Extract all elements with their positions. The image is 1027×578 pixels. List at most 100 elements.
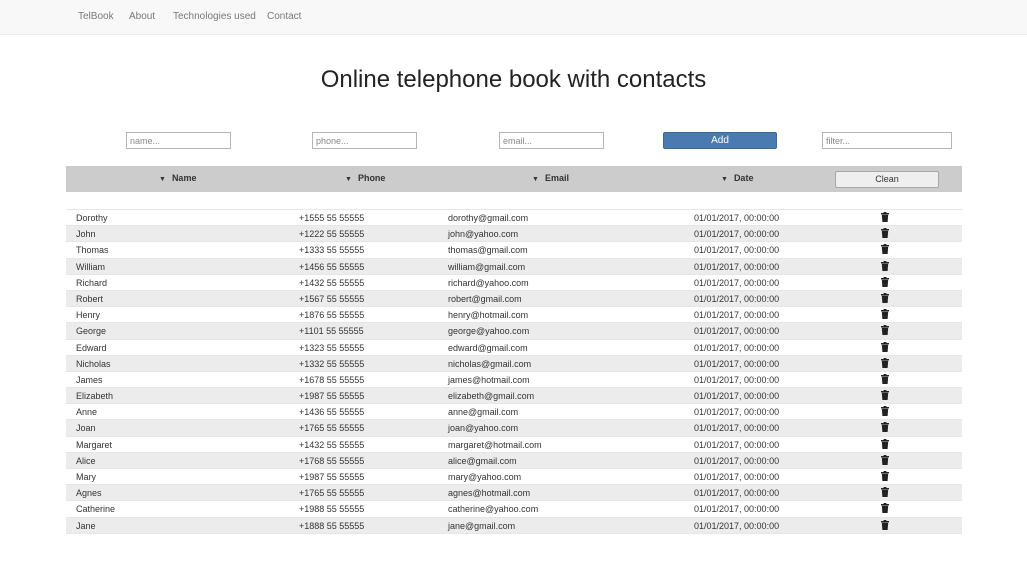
contact-date: 01/01/2017, 00:00:00	[694, 391, 780, 402]
column-phone-label: Phone	[357, 173, 386, 183]
table-row: Alice +1768 55 55555 alice@gmail.com 01/01/…	[66, 452, 962, 469]
contact-phone: +1678 55 55555	[299, 374, 365, 385]
trash-icon[interactable]	[881, 244, 889, 255]
table-row: Mary +1987 55 55555 mary@yahoo.com 01/01/20…	[66, 469, 962, 486]
contact-phone: +1101 55 55555	[299, 326, 364, 337]
clean-button[interactable]: Clean	[835, 171, 939, 188]
contact-name: Thomas	[76, 245, 109, 256]
table-row: Robert +1567 55 55555 robert@gmail.com 01/0…	[66, 290, 962, 308]
email-input[interactable]	[499, 132, 604, 149]
contact-email: joan@yahoo.com	[448, 423, 519, 434]
table-row: James +1678 55 55555 james@hotmail.com 01/0…	[66, 371, 962, 389]
trash-icon[interactable]	[881, 438, 889, 449]
contact-date: 01/01/2017, 00:00:00	[694, 229, 780, 240]
contact-phone: +1456 55 55555	[299, 261, 365, 272]
nav-brand-telbook[interactable]: TelBook	[78, 11, 114, 22]
contact-name: Richard	[76, 277, 108, 288]
filter-input[interactable]	[822, 132, 952, 149]
contact-phone: +1432 55 55555	[299, 277, 365, 288]
trash-icon[interactable]	[881, 503, 889, 514]
trash-icon[interactable]	[881, 292, 889, 303]
nav-link-technologies[interactable]: Technologies used	[173, 11, 256, 22]
trash-icon[interactable]	[881, 373, 889, 384]
contact-name: Robert	[76, 293, 104, 304]
caret-down-icon: ▼	[721, 176, 728, 183]
contact-email: catherine@yahoo.com	[448, 504, 539, 515]
contact-email: george@yahoo.com	[448, 326, 530, 337]
trash-icon[interactable]	[881, 406, 889, 417]
trash-icon[interactable]	[881, 309, 889, 320]
contact-email: margaret@hotmail.com	[448, 439, 542, 450]
contact-phone: +1988 55 55555	[299, 504, 365, 515]
contact-email: anne@gmail.com	[448, 407, 519, 418]
add-button[interactable]: Add	[663, 132, 777, 149]
trash-icon[interactable]	[881, 390, 889, 401]
table-row: Henry +1876 55 55555 henry@hotmail.com 01/0…	[66, 307, 962, 324]
contact-email: elizabeth@gmail.com	[448, 391, 535, 402]
contact-phone: +1888 55 55555	[299, 520, 365, 531]
contact-date: 01/01/2017, 00:00:00	[694, 423, 780, 434]
sort-by-name[interactable]: ▼ Name	[159, 173, 196, 183]
trash-icon[interactable]	[881, 357, 889, 368]
table-row: Jane +1888 55 55555 jane@gmail.com 01/01/20…	[66, 517, 962, 534]
name-input[interactable]	[126, 132, 231, 149]
trash-icon[interactable]	[881, 260, 889, 271]
sort-by-date[interactable]: ▼ Date	[721, 173, 753, 183]
contact-name: Margaret	[76, 439, 113, 450]
contact-name: Henry	[76, 310, 101, 321]
trash-icon[interactable]	[881, 487, 889, 498]
contact-date: 01/01/2017, 00:00:00	[694, 407, 780, 418]
sort-by-phone[interactable]: ▼ Phone	[345, 173, 385, 183]
nav-link-contact[interactable]: Contact	[267, 11, 301, 22]
nav-link-about[interactable]: About	[129, 11, 155, 22]
contact-phone: +1555 55 55555	[299, 213, 365, 223]
contact-name: John	[76, 229, 96, 240]
contact-date: 01/01/2017, 00:00:00	[694, 293, 780, 304]
contact-name: Dorothy	[76, 213, 108, 223]
table-row: George +1101 55 55555 george@yahoo.com 01/0…	[66, 323, 962, 340]
trash-icon[interactable]	[881, 325, 889, 336]
caret-down-icon: ▼	[159, 176, 166, 183]
trash-icon[interactable]	[881, 276, 889, 287]
contact-name: William	[76, 261, 105, 272]
phone-input[interactable]	[312, 132, 417, 149]
table-row: Dorothy +1555 55 55555 dorothy@gmail.com 01…	[66, 210, 962, 227]
contact-phone: +1765 55 55555	[299, 423, 365, 434]
contact-email: henry@hotmail.com	[448, 310, 529, 321]
contact-email: alice@gmail.com	[448, 455, 517, 466]
table-row: William +1456 55 55555 william@gmail.com 01…	[66, 258, 962, 275]
contact-phone: +1332 55 55555	[299, 358, 365, 369]
contact-date: 01/01/2017, 00:00:00	[694, 310, 780, 321]
contact-email: jane@gmail.com	[448, 520, 516, 531]
table-row: Anne +1436 55 55555 anne@gmail.com 01/01/20…	[66, 404, 962, 421]
trash-icon[interactable]	[881, 454, 889, 465]
contact-name: Edward	[76, 342, 107, 353]
trash-icon[interactable]	[881, 228, 889, 239]
contact-phone: +1222 55 55555	[299, 229, 365, 240]
navbar: TelBook About Technologies used Contact	[0, 0, 1027, 35]
contact-date: 01/01/2017, 00:00:00	[694, 326, 780, 337]
contact-name: George	[76, 326, 107, 337]
trash-icon[interactable]	[881, 422, 889, 433]
table-row: Edward +1323 55 55555 edward@gmail.com 01/0…	[66, 339, 962, 356]
sort-by-email[interactable]: ▼ Email	[532, 173, 569, 183]
table-row: Catherine +1988 55 55555 catherine@yahoo.c…	[66, 501, 962, 518]
contact-phone: +1567 55 55555	[299, 293, 365, 304]
contact-name: Mary	[76, 472, 96, 482]
contacts-table-body: Dorothy +1555 55 55555 dorothy@gmail.com 01…	[66, 209, 962, 534]
contact-name: Nicholas	[76, 358, 111, 369]
contact-name: Joan	[76, 423, 96, 434]
trash-icon[interactable]	[881, 519, 889, 530]
trash-icon[interactable]	[881, 212, 889, 222]
trash-icon[interactable]	[881, 341, 889, 352]
trash-icon[interactable]	[881, 471, 889, 481]
contact-phone: +1333 55 55555	[299, 245, 365, 256]
contact-email: richard@yahoo.com	[448, 277, 529, 288]
contact-date: 01/01/2017, 00:00:00	[694, 455, 780, 466]
contact-date: 01/01/2017, 00:00:00	[694, 374, 780, 385]
contact-phone: +1765 55 55555	[299, 488, 365, 499]
table-row: Nicholas +1332 55 55555 nicholas@gmail.com…	[66, 355, 962, 372]
contact-email: william@gmail.com	[448, 261, 526, 272]
contact-date: 01/01/2017, 00:00:00	[694, 504, 780, 515]
contact-date: 01/01/2017, 00:00:00	[694, 358, 780, 369]
